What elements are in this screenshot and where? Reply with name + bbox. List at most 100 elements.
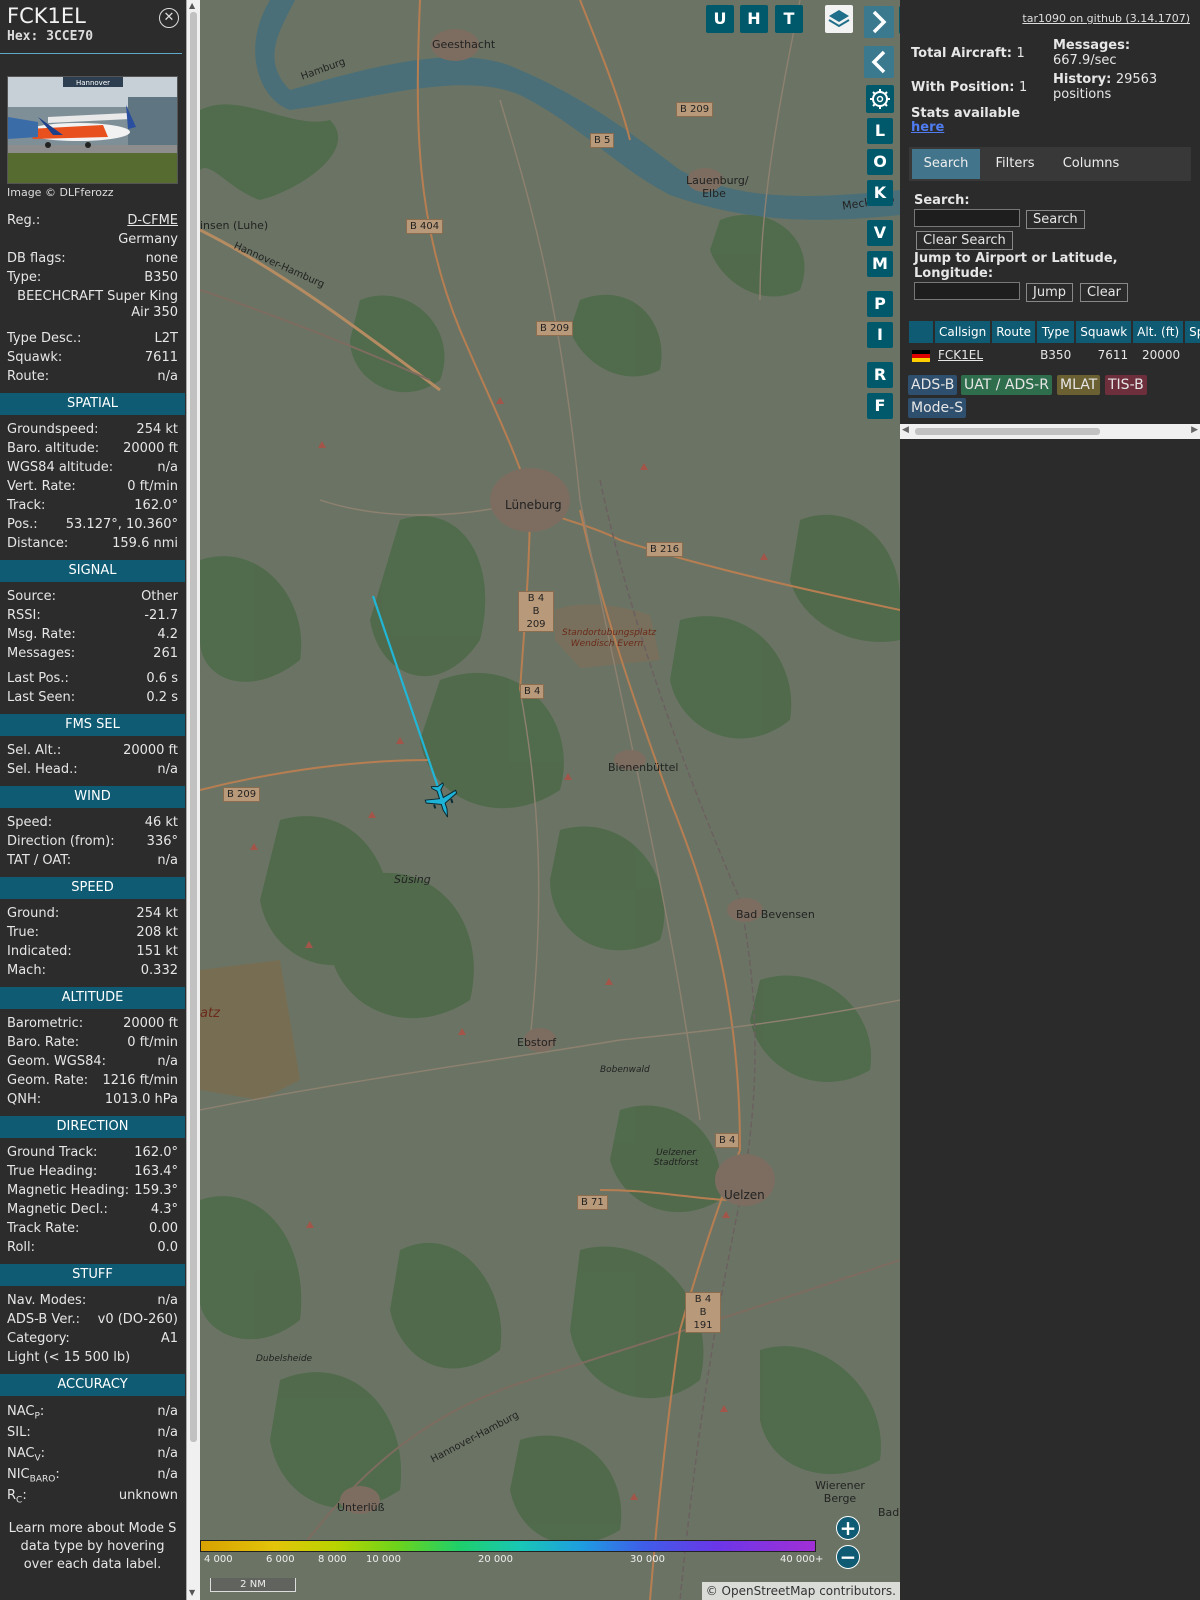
- messages-value: 667.9/sec: [1053, 53, 1117, 68]
- reg-link[interactable]: D-CFME: [127, 211, 178, 230]
- map-button-t[interactable]: T: [775, 5, 803, 33]
- map-button-h[interactable]: H: [740, 5, 768, 33]
- collapse-panel-button[interactable]: [864, 46, 894, 78]
- map-button-l[interactable]: L: [867, 118, 893, 144]
- fms-label: Sel. Alt.:: [7, 743, 62, 758]
- direction-label: Roll:: [7, 1240, 36, 1255]
- place-label: Lauenburg/ Elbe: [686, 174, 749, 200]
- map-button-u[interactable]: U: [706, 5, 734, 33]
- country-value: Germany: [118, 232, 178, 247]
- altitude-value: n/a: [157, 1054, 178, 1069]
- col-type[interactable]: Type: [1037, 321, 1075, 343]
- direction-label: True Heading:: [7, 1164, 98, 1179]
- total-aircraft: Total Aircraft: 1: [911, 46, 1025, 61]
- spatial-label: Track:: [7, 498, 46, 513]
- map-button-p[interactable]: P: [867, 291, 893, 317]
- search-button[interactable]: Search: [1026, 210, 1085, 229]
- place-label: atz: [200, 1006, 220, 1021]
- scroll-left-icon[interactable]: ◀: [902, 425, 909, 435]
- tab-columns[interactable]: Columns: [1050, 149, 1132, 179]
- spatial-label: WGS84 altitude:: [7, 460, 114, 475]
- map-button-i[interactable]: I: [867, 322, 893, 348]
- reg-row: Reg.: D-CFME: [0, 211, 185, 230]
- section-direction: DIRECTION: [0, 1116, 185, 1138]
- aircraft-header: FCK1EL Hex: 3CCE70: [0, 0, 182, 54]
- chevron-left-icon: [871, 50, 886, 74]
- scroll-down-icon[interactable]: ▼: [189, 1588, 195, 1597]
- place-label: Bad Bevensen: [736, 908, 815, 921]
- map-button-r[interactable]: R: [867, 362, 893, 388]
- dbflags-label: DB flags:: [7, 251, 66, 266]
- direction-value: 4.3°: [150, 1202, 178, 1217]
- sil-value: n/a: [157, 1425, 178, 1440]
- github-link[interactable]: tar1090 on github (3.14.1707): [1022, 12, 1190, 25]
- speed-label: Indicated:: [7, 944, 72, 959]
- altitude-row: Geom. Rate: 1216 ft/min: [0, 1071, 185, 1090]
- speed-label: True:: [7, 925, 39, 940]
- aircraft-list-panel: tar1090 on github (3.14.1707) Total Airc…: [900, 0, 1200, 1600]
- sil-label: SIL:: [7, 1425, 31, 1440]
- signal2-value: 0.6 s: [146, 671, 178, 686]
- direction-value: 159.3°: [134, 1183, 178, 1198]
- scroll-up-icon[interactable]: ▲: [189, 1, 195, 10]
- left-panel-scrollbar[interactable]: ▲ ▼: [186, 0, 200, 1600]
- settings-button[interactable]: [866, 85, 894, 113]
- left-scroll-thumb[interactable]: [190, 12, 197, 1442]
- history-label: History:: [1053, 72, 1112, 87]
- search-input[interactable]: [914, 209, 1020, 227]
- nicbaro-label: NICBARO:: [7, 1467, 60, 1485]
- altitude-value: 1216 ft/min: [102, 1073, 178, 1088]
- table-horizontal-scrollbar[interactable]: ◀ ▶: [900, 424, 1200, 439]
- map-button-f[interactable]: F: [867, 393, 893, 419]
- road-tag-line: B 209: [526, 606, 546, 630]
- aircraft-photo[interactable]: Hannover: [7, 76, 178, 184]
- speed-rows: Ground: 254 kt True: 208 kt Indicated: 151 kt…: [0, 904, 185, 980]
- expand-panel-button[interactable]: [864, 6, 894, 38]
- col-altitude[interactable]: Alt. (ft): [1133, 321, 1184, 343]
- col-speed[interactable]: Spd.: [1185, 321, 1200, 343]
- layers-icon[interactable]: [825, 5, 853, 33]
- map-button-v[interactable]: V: [867, 220, 893, 246]
- speed-value: 254 kt: [136, 906, 178, 921]
- germany-flag-icon: [912, 349, 930, 362]
- messages-stat: Messages: 667.9/sec: [1053, 38, 1193, 68]
- zoom-in-button[interactable]: +: [836, 1516, 860, 1540]
- section-wind: WIND: [0, 786, 185, 808]
- wind-value: 336°: [146, 834, 178, 849]
- map-attribution[interactable]: © OpenStreetMap contributors.: [701, 1582, 900, 1600]
- row-callsign[interactable]: FCK1EL: [935, 345, 991, 365]
- direction-row: True Heading: 163.4°: [0, 1162, 185, 1181]
- col-callsign[interactable]: Callsign: [935, 321, 991, 343]
- place-label: Bobenwald: [600, 1065, 650, 1075]
- rc-label: RC:: [7, 1488, 27, 1506]
- table-row[interactable]: FCK1EL B350 7611 20000: [909, 345, 1200, 365]
- jump-input[interactable]: [914, 282, 1020, 300]
- scroll-right-icon[interactable]: ▶: [1191, 425, 1198, 435]
- map-button-m[interactable]: M: [867, 251, 893, 277]
- wind-rows: Speed: 46 kt Direction (from): 336° TAT / OA…: [0, 813, 185, 870]
- clear-search-button[interactable]: Clear Search: [916, 231, 1013, 250]
- zoom-out-button[interactable]: −: [836, 1545, 860, 1569]
- photo-banner-text: Hannover: [76, 79, 110, 87]
- tab-search[interactable]: Search: [912, 149, 980, 179]
- jump-button[interactable]: Jump: [1026, 283, 1073, 302]
- map[interactable]: Geesthacht Lauenburg/ Elbe Mecklenb inse…: [200, 0, 900, 1600]
- clear-button[interactable]: Clear: [1080, 283, 1128, 302]
- col-squawk[interactable]: Squawk: [1076, 321, 1132, 343]
- map-button-o[interactable]: O: [867, 149, 893, 175]
- close-icon[interactable]: ✕: [159, 8, 179, 28]
- stats-link[interactable]: here: [911, 120, 944, 135]
- flag-cell: [909, 345, 933, 365]
- legend-mlat: MLAT: [1057, 375, 1101, 395]
- road-tag: B 4: [520, 684, 545, 699]
- road-tag: B 209: [536, 321, 574, 336]
- with-position-label: With Position:: [911, 80, 1015, 95]
- h-scroll-thumb[interactable]: [915, 428, 1100, 435]
- speed-label: Mach:: [7, 963, 46, 978]
- col-route[interactable]: Route: [992, 321, 1036, 343]
- tab-bar: Search Filters Columns: [909, 147, 1191, 181]
- tab-filters[interactable]: Filters: [983, 149, 1047, 179]
- map-button-k[interactable]: K: [867, 180, 893, 206]
- typedesc-value: L2T: [154, 331, 178, 346]
- direction-label: Track Rate:: [7, 1221, 80, 1236]
